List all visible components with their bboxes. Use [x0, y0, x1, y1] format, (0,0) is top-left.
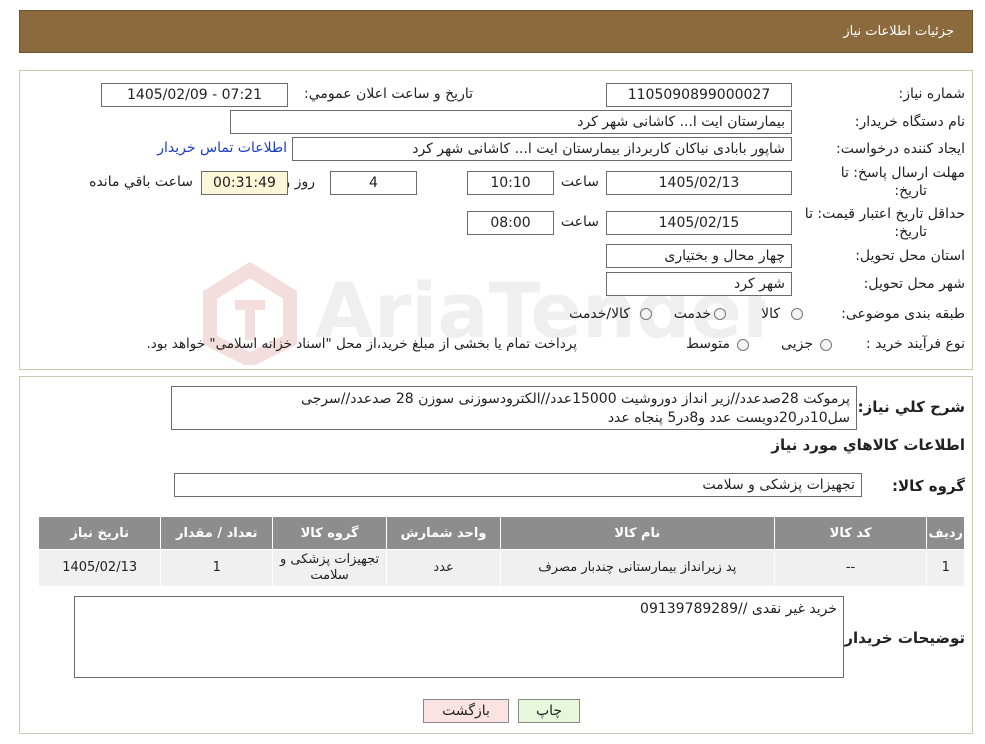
- remaining-time-field: 00:31:49: [201, 171, 288, 195]
- days-label: روز و: [283, 174, 316, 190]
- deadline-label-date: تاریخ:: [894, 183, 927, 199]
- deadline-label: مهلت ارسال پاسخ: تا: [840, 165, 965, 181]
- deadline-time-field: 10:10: [467, 171, 554, 195]
- col-code: کد کالا: [773, 516, 928, 550]
- col-name: نام کالا: [500, 516, 775, 550]
- col-qty: تعداد / مقدار: [160, 516, 274, 550]
- requester-field: شاپور بابادی نیاکان کاربرداز بیمارستان ا…: [292, 137, 792, 161]
- category-option-service: خدمت: [673, 306, 711, 322]
- cell-code: --: [773, 549, 928, 587]
- category-option-goods-service: کالا/خدمت: [569, 306, 630, 322]
- validity-time-label: ساعت: [560, 214, 599, 230]
- col-row: ردیف: [926, 516, 965, 550]
- category-radio-goods[interactable]: [791, 308, 803, 320]
- print-button[interactable]: چاپ: [518, 699, 580, 723]
- process-note: پرداخت تمام یا بخشی از مبلغ خرید،از محل …: [146, 336, 577, 352]
- days-remaining-field: 4: [330, 171, 417, 195]
- cell-group: تجهیزات پزشکی و سلامت: [272, 549, 388, 587]
- group-label: گروه کالا:: [892, 477, 965, 495]
- summary-textarea: پرموکت 28صدعدد//زیر انداز دوروشیت 15000ع…: [171, 386, 857, 430]
- remaining-time-label: ساعت باقي مانده: [89, 174, 193, 190]
- table-row: 1 -- پد زیرانداز بیمارستانی چندبار مصرف …: [37, 549, 965, 587]
- process-label: نوع فرآیند خرید :: [866, 336, 965, 352]
- cell-name: پد زیرانداز بیمارستانی چندبار مصرف: [500, 549, 775, 587]
- contact-info-link[interactable]: اطلاعات تماس خریدار: [157, 140, 287, 156]
- validity-label: حداقل تاریخ اعتبار قیمت: تا: [804, 206, 965, 222]
- city-field: شهر کرد: [606, 272, 792, 296]
- category-label: طبقه بندی موضوعی:: [841, 306, 965, 322]
- col-date: تاریخ نیاز: [37, 516, 162, 550]
- process-radio-minor[interactable]: [820, 339, 832, 351]
- validity-label-date: تاریخ:: [894, 224, 927, 240]
- deadline-date-field: 1405/02/13: [606, 171, 792, 195]
- items-table: ردیف کد کالا نام کالا واحد شمارش گروه کا…: [37, 516, 965, 587]
- buyer-notes-textarea: خرید غیر نقدی //09139789289: [74, 596, 844, 678]
- cell-unit: عدد: [386, 549, 502, 587]
- summary-line-2: سل10در20دویست عدد و8در5 پنجاه عدد: [607, 410, 850, 426]
- cell-qty: 1: [160, 549, 274, 587]
- buyer-notes-text: خرید غیر نقدی //09139789289: [640, 601, 837, 617]
- buyer-org-label: نام دستگاه خریدار:: [854, 114, 965, 130]
- page-title: جزئیات اطلاعات نیاز: [843, 24, 954, 39]
- category-option-goods: کالا: [761, 306, 780, 322]
- deadline-time-label: ساعت: [560, 174, 599, 190]
- back-button[interactable]: بازگشت: [423, 699, 509, 723]
- need-number-label: شماره نیاز:: [898, 86, 966, 102]
- cell-row: 1: [926, 549, 965, 587]
- page-header: جزئیات اطلاعات نیاز: [19, 10, 973, 53]
- need-number-field: 1105090899000027: [606, 83, 792, 107]
- process-radio-medium[interactable]: [737, 339, 749, 351]
- validity-time-field: 08:00: [467, 211, 554, 235]
- province-field: چهار محال و بختیاری: [606, 244, 792, 268]
- process-option-minor: جزیی: [781, 336, 813, 352]
- buyer-org-field: بیمارستان ایت ا... کاشانی شهر کرد: [230, 110, 792, 134]
- province-label: استان محل تحویل:: [855, 248, 965, 264]
- category-radio-goods-service[interactable]: [640, 308, 652, 320]
- group-field: تجهیزات پزشکی و سلامت: [174, 473, 862, 497]
- table-header-row: ردیف کد کالا نام کالا واحد شمارش گروه کا…: [37, 516, 965, 550]
- col-group: گروه کالا: [272, 516, 388, 550]
- col-unit: واحد شمارش: [386, 516, 502, 550]
- summary-line-1: پرموکت 28صدعدد//زیر انداز دوروشیت 15000ع…: [300, 391, 850, 407]
- requester-label: ایجاد کننده درخواست:: [836, 141, 965, 157]
- category-radio-service[interactable]: [714, 308, 726, 320]
- process-option-medium: متوسط: [686, 336, 730, 352]
- announce-field: 1405/02/09 - 07:21: [101, 83, 288, 107]
- buyer-notes-label: توضیحات خریدار:: [838, 629, 965, 647]
- city-label: شهر محل تحویل:: [863, 276, 965, 292]
- cell-date: 1405/02/13: [37, 549, 162, 587]
- items-section-title: اطلاعات کالاهاي مورد نياز: [771, 436, 965, 454]
- summary-label: شرح کلي نياز:: [857, 398, 965, 416]
- validity-date-field: 1405/02/15: [606, 211, 792, 235]
- announce-label: تاریخ و ساعت اعلان عمومي:: [304, 86, 473, 102]
